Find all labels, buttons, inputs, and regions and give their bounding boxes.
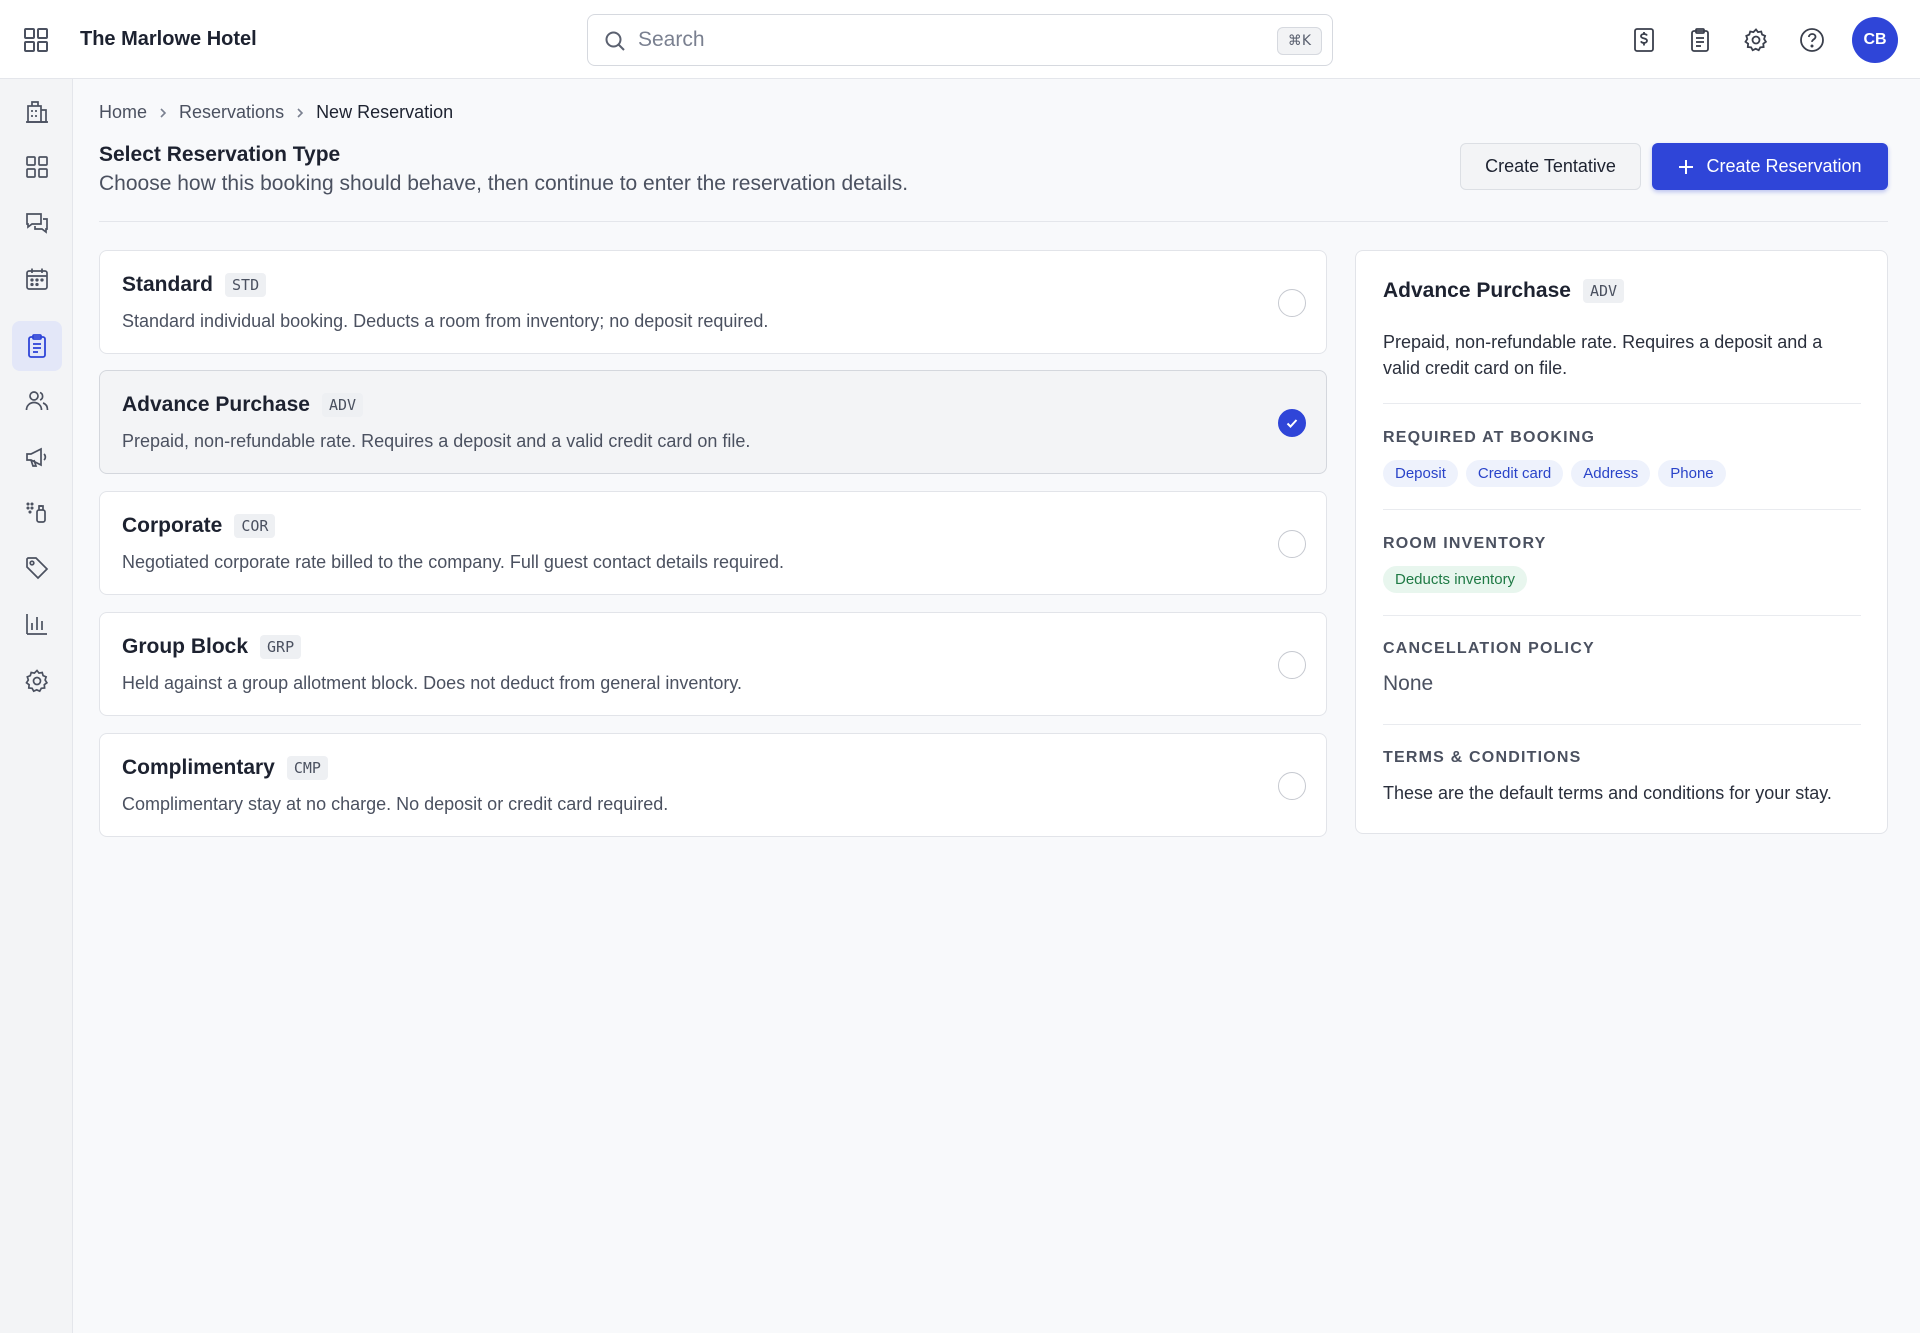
clipboard-list-icon bbox=[24, 333, 50, 359]
invoice-dollar-icon[interactable] bbox=[1630, 26, 1658, 54]
chip-deducts-inventory: Deducts inventory bbox=[1383, 566, 1528, 593]
apps-grid-icon[interactable] bbox=[22, 26, 50, 54]
chip-phone: Phone bbox=[1658, 460, 1726, 487]
option-code: GRP bbox=[260, 635, 302, 659]
housekeeping-icon bbox=[24, 499, 50, 525]
search-box[interactable]: ⌘K bbox=[587, 14, 1333, 66]
detail-title: Advance Purchase bbox=[1383, 279, 1571, 302]
detail-divider bbox=[1383, 724, 1861, 725]
create-reservation-button[interactable]: Create Reservation bbox=[1652, 143, 1888, 190]
create-reservation-label: Create Reservation bbox=[1706, 156, 1862, 176]
plus-icon bbox=[1678, 159, 1694, 175]
radio-standard[interactable] bbox=[1278, 289, 1306, 317]
option-title: Standard bbox=[122, 273, 214, 296]
chevron-right-icon bbox=[294, 107, 306, 119]
sidebar-item-calendar[interactable] bbox=[12, 254, 62, 304]
sidebar-item-reports[interactable] bbox=[12, 599, 62, 649]
option-complimentary[interactable]: Complimentary CMP Complimentary stay at … bbox=[99, 733, 1327, 837]
option-title: Complimentary bbox=[122, 756, 275, 779]
sidebar-item-messages[interactable] bbox=[12, 198, 62, 248]
sidebar-item-guests[interactable] bbox=[12, 376, 62, 426]
search-shortcut-badge: ⌘K bbox=[1276, 27, 1322, 55]
breadcrumb-home[interactable]: Home bbox=[99, 102, 147, 123]
option-code: ADV bbox=[321, 393, 364, 417]
sidebar-item-dashboard[interactable] bbox=[12, 142, 62, 192]
gear-icon[interactable] bbox=[1742, 26, 1770, 54]
option-title: Group Block bbox=[122, 635, 249, 658]
option-code: CMP bbox=[286, 756, 328, 780]
bar-chart-icon bbox=[24, 611, 50, 637]
check-icon bbox=[1285, 416, 1299, 430]
tag-icon bbox=[24, 555, 50, 581]
radio-complimentary[interactable] bbox=[1278, 772, 1306, 800]
detail-divider bbox=[1383, 509, 1861, 510]
cancellation-policy-label: CANCELLATION POLICY bbox=[1383, 640, 1595, 657]
option-description: Standard individual booking. Deducts a r… bbox=[122, 311, 769, 331]
sidebar-item-property[interactable] bbox=[12, 87, 62, 137]
detail-code: ADV bbox=[1582, 279, 1625, 303]
building-icon bbox=[24, 99, 50, 125]
breadcrumb-reservations[interactable]: Reservations bbox=[179, 102, 284, 123]
search-icon bbox=[604, 30, 626, 52]
option-group-block[interactable]: Group Block GRP Held against a group all… bbox=[99, 612, 1327, 716]
terms-label: TERMS & CONDITIONS bbox=[1383, 749, 1582, 766]
messages-icon bbox=[24, 210, 50, 236]
option-advance-purchase[interactable]: Advance Purchase ADV Prepaid, non-refund… bbox=[99, 370, 1327, 474]
calendar-icon bbox=[24, 266, 50, 292]
sidebar-item-reservations[interactable] bbox=[12, 321, 62, 371]
option-description: Negotiated corporate rate billed to the … bbox=[122, 552, 785, 572]
option-standard[interactable]: Standard STD Standard individual booking… bbox=[99, 250, 1327, 354]
sidebar-item-housekeeping[interactable] bbox=[12, 487, 62, 537]
room-inventory-label: ROOM INVENTORY bbox=[1383, 535, 1547, 552]
top-bar: The Marlowe Hotel ⌘K bbox=[0, 0, 1920, 79]
sidebar bbox=[0, 79, 73, 1333]
terms-value: These are the default terms and conditio… bbox=[1383, 783, 1832, 803]
dashboard-icon bbox=[24, 154, 50, 180]
option-code: COR bbox=[234, 514, 276, 538]
chip-deposit: Deposit bbox=[1383, 460, 1458, 487]
option-corporate[interactable]: Corporate COR Negotiated corporate rate … bbox=[99, 491, 1327, 595]
page-subtitle: Choose how this booking should behave, t… bbox=[99, 172, 909, 195]
radio-corporate[interactable] bbox=[1278, 530, 1306, 558]
detail-divider bbox=[1383, 403, 1861, 404]
sidebar-item-marketing[interactable] bbox=[12, 432, 62, 482]
option-code: STD bbox=[225, 273, 267, 297]
hotel-name: The Marlowe Hotel bbox=[80, 28, 257, 50]
option-description: Held against a group allotment block. Do… bbox=[122, 673, 743, 693]
avatar[interactable]: CB bbox=[1852, 17, 1898, 63]
radio-advance-purchase[interactable] bbox=[1278, 409, 1306, 437]
page-title: Select Reservation Type bbox=[99, 143, 341, 166]
sidebar-item-settings[interactable] bbox=[12, 656, 62, 706]
option-title: Corporate bbox=[122, 514, 223, 537]
search-input[interactable] bbox=[638, 25, 1238, 55]
required-at-booking-label: REQUIRED AT BOOKING bbox=[1383, 429, 1596, 446]
sidebar-item-rates[interactable] bbox=[12, 543, 62, 593]
breadcrumb-current: New Reservation bbox=[316, 102, 454, 122]
settings-icon bbox=[24, 668, 50, 694]
breadcrumb: Home Reservations New Reservation bbox=[99, 102, 453, 123]
create-tentative-button[interactable]: Create Tentative bbox=[1460, 143, 1641, 190]
help-circle-icon[interactable] bbox=[1798, 26, 1826, 54]
clipboard-icon[interactable] bbox=[1686, 26, 1714, 54]
users-icon bbox=[24, 388, 50, 414]
required-chips: Deposit Credit card Address Phone bbox=[1383, 460, 1726, 487]
detail-description: Prepaid, non-refundable rate. Requires a… bbox=[1383, 332, 1823, 378]
header-divider bbox=[99, 221, 1888, 222]
inventory-chips: Deducts inventory bbox=[1383, 566, 1528, 593]
option-title: Advance Purchase bbox=[122, 393, 310, 416]
cancellation-policy-value: None bbox=[1383, 672, 1434, 695]
option-description: Prepaid, non-refundable rate. Requires a… bbox=[122, 431, 751, 451]
reservation-type-detail-panel: Advance Purchase ADV Prepaid, non-refund… bbox=[1355, 250, 1888, 834]
chip-credit-card: Credit card bbox=[1465, 460, 1564, 487]
megaphone-icon bbox=[24, 444, 50, 470]
detail-divider bbox=[1383, 615, 1861, 616]
create-tentative-label: Create Tentative bbox=[1485, 156, 1616, 176]
chip-address: Address bbox=[1571, 460, 1651, 487]
radio-group-block[interactable] bbox=[1278, 651, 1306, 679]
chevron-right-icon bbox=[157, 107, 169, 119]
option-description: Complimentary stay at no charge. No depo… bbox=[122, 794, 669, 814]
